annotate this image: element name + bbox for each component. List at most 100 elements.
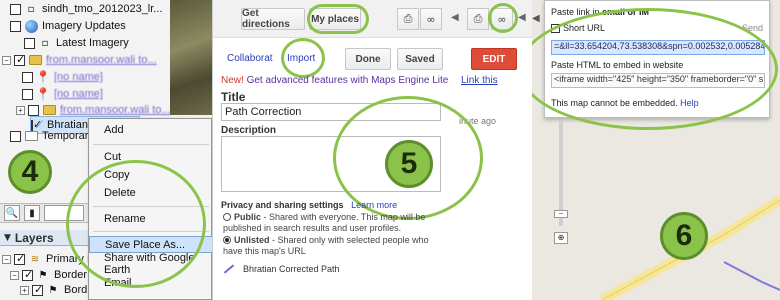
expand-icon[interactable]: +	[16, 105, 25, 115]
checkbox[interactable]	[10, 130, 21, 142]
tree-label: from.mansoor.wali to...	[46, 54, 157, 66]
print-icon[interactable]: ⎙	[397, 8, 419, 30]
tree-item-imagery-updates[interactable]: Imagery Updates	[10, 17, 126, 35]
link-dialog-panel: ◀ Paste link in email or IM Short URL Se…	[532, 0, 780, 300]
green-pin-icon: 📍	[35, 70, 51, 84]
embed-label: Paste HTML to embed in website	[551, 60, 684, 70]
tree-item-folder-1[interactable]: − from.mansoor.wali to...	[2, 51, 157, 69]
imagery-thumbnail	[170, 0, 212, 115]
layer-borders-sub[interactable]: + ⚑ Bord	[20, 281, 87, 299]
path-name: Bhratian Corrected Path	[243, 264, 340, 274]
blank-field-icon[interactable]	[44, 205, 84, 221]
link-this-link[interactable]: Link this	[461, 75, 498, 86]
checkbox[interactable]	[14, 53, 25, 66]
saved-button[interactable]: Saved	[397, 48, 443, 70]
collapse-left-icon[interactable]: ◀	[451, 12, 459, 23]
privacy-settings: Privacy and sharing settings Learn more	[221, 200, 397, 210]
upsell-text: Get advanced features with Maps Engine L…	[246, 75, 449, 86]
menu-item-cut[interactable]: Cut	[89, 148, 212, 165]
print-icon[interactable]: ⎙	[467, 8, 489, 30]
layers-header[interactable]: ▼ Layers	[0, 230, 100, 246]
checkbox[interactable]	[32, 283, 43, 296]
folder-icon	[42, 103, 56, 117]
link-icon[interactable]: ∞	[420, 8, 442, 30]
send-link[interactable]: Send	[742, 23, 763, 33]
new-label: New!	[221, 75, 244, 86]
menu-divider	[93, 231, 209, 232]
menu-item-save-place-as[interactable]: Save Place As...	[89, 236, 212, 253]
layers-title: Layers	[14, 230, 54, 245]
tree-label: Temporar	[42, 130, 89, 142]
tree-label: from.mansoor.wali to...	[60, 104, 171, 116]
radio-unlisted[interactable]: Unlisted - Shared only with selected peo…	[223, 235, 443, 257]
menu-item-delete[interactable]: Delete	[89, 184, 212, 201]
radio-button[interactable]	[223, 236, 231, 244]
checkbox[interactable]	[14, 252, 25, 265]
help-link[interactable]: Help	[680, 98, 699, 108]
my-places-button[interactable]: My places	[309, 8, 361, 30]
radio-button[interactable]	[223, 213, 231, 221]
checkbox[interactable]	[22, 88, 33, 100]
menu-item-add[interactable]: Add	[89, 121, 212, 138]
tree-item-sindh[interactable]: ▫ sindh_tmo_2012023_lr...	[10, 0, 162, 18]
edit-button[interactable]: EDIT	[471, 48, 517, 70]
collapse-icon[interactable]: −	[2, 55, 11, 65]
short-url-label: Short URL	[563, 23, 606, 33]
expand-icon[interactable]: +	[20, 285, 29, 295]
zoom-magnifier-icon[interactable]: ⊕	[554, 232, 568, 244]
checkbox[interactable]	[28, 104, 39, 116]
collapse-left-icon[interactable]: ◀	[532, 13, 540, 24]
checkbox[interactable]	[10, 3, 21, 15]
checkbox[interactable]	[22, 71, 33, 83]
menu-item-rename[interactable]: Rename	[89, 210, 212, 227]
zoom-slider[interactable]: – ⊕	[554, 120, 568, 244]
title-input[interactable]	[221, 103, 441, 121]
step-badge-5: 5	[385, 140, 433, 188]
tree-item-temporary[interactable]: Temporar	[10, 127, 88, 145]
folder-icon	[24, 129, 38, 143]
maps-topbar: Get directions My places ⎙ ∞ ◀ ⎙ ∞ ◀	[213, 0, 532, 38]
search-icon[interactable]: 🔍	[4, 205, 20, 221]
sidebar-toggle-icon[interactable]: ▮	[24, 205, 40, 221]
short-url-option[interactable]: Short URL	[551, 23, 605, 33]
import-tab[interactable]: Import	[287, 53, 315, 64]
collaborate-tab[interactable]: Collaborat	[227, 53, 273, 64]
google-earth-panel: ▫ sindh_tmo_2012023_lr... Imagery Update…	[0, 0, 212, 300]
tree-item-latest-imagery[interactable]: ▫ Latest Imagery	[24, 34, 129, 52]
timestamp: inute ago	[459, 116, 497, 126]
line-icon	[223, 264, 235, 274]
path-list-item[interactable]: Bhratian Corrected Path	[223, 264, 340, 274]
collapse-left-icon[interactable]: ◀	[518, 12, 526, 23]
places-toolbar: 🔍 ▮	[0, 203, 100, 223]
layer-label: Bord	[64, 284, 88, 296]
title-label: Title	[221, 90, 246, 104]
checkbox[interactable]	[22, 268, 33, 281]
collapse-icon[interactable]: −	[2, 254, 11, 264]
get-directions-button[interactable]: Get directions	[241, 8, 305, 30]
menu-item-copy[interactable]: Copy	[89, 166, 212, 183]
step-badge-6: 6	[660, 212, 708, 260]
link-icon[interactable]: ∞	[491, 8, 513, 30]
checkbox[interactable]	[551, 23, 560, 33]
done-button[interactable]: Done	[345, 48, 391, 70]
menu-divider	[93, 206, 209, 207]
menu-item-share[interactable]: Share with Google Earth	[89, 252, 212, 276]
learn-more-link[interactable]: Learn more	[351, 200, 397, 210]
upsell-notice[interactable]: New! Get advanced features with Maps Eng…	[221, 75, 448, 86]
red-pin-icon: 📍	[35, 87, 51, 101]
database-icon: ≋	[30, 253, 40, 265]
checkbox[interactable]	[10, 20, 21, 32]
checkbox[interactable]	[24, 37, 35, 49]
collapse-icon[interactable]: −	[10, 270, 19, 280]
tree-label: [no name]	[54, 71, 103, 83]
radio-public[interactable]: Public - Shared with everyone. This map …	[223, 212, 443, 234]
zoom-knob[interactable]: –	[554, 210, 568, 218]
link-dialog: Paste link in email or IM Short URL Send…	[544, 0, 770, 118]
menu-item-email[interactable]: Email...	[89, 274, 212, 291]
url-field[interactable]: =&ll=33.654204,73.538308&spn=0.002532,0.…	[551, 40, 765, 55]
embed-field[interactable]: <iframe width="425" height="350" framebo…	[551, 73, 765, 88]
privacy-label: Privacy and sharing settings	[221, 200, 344, 210]
description-label: Description	[221, 125, 277, 136]
tree-item-noname-1[interactable]: 📍 [no name]	[22, 68, 103, 86]
tree-label: [no name]	[54, 88, 103, 100]
